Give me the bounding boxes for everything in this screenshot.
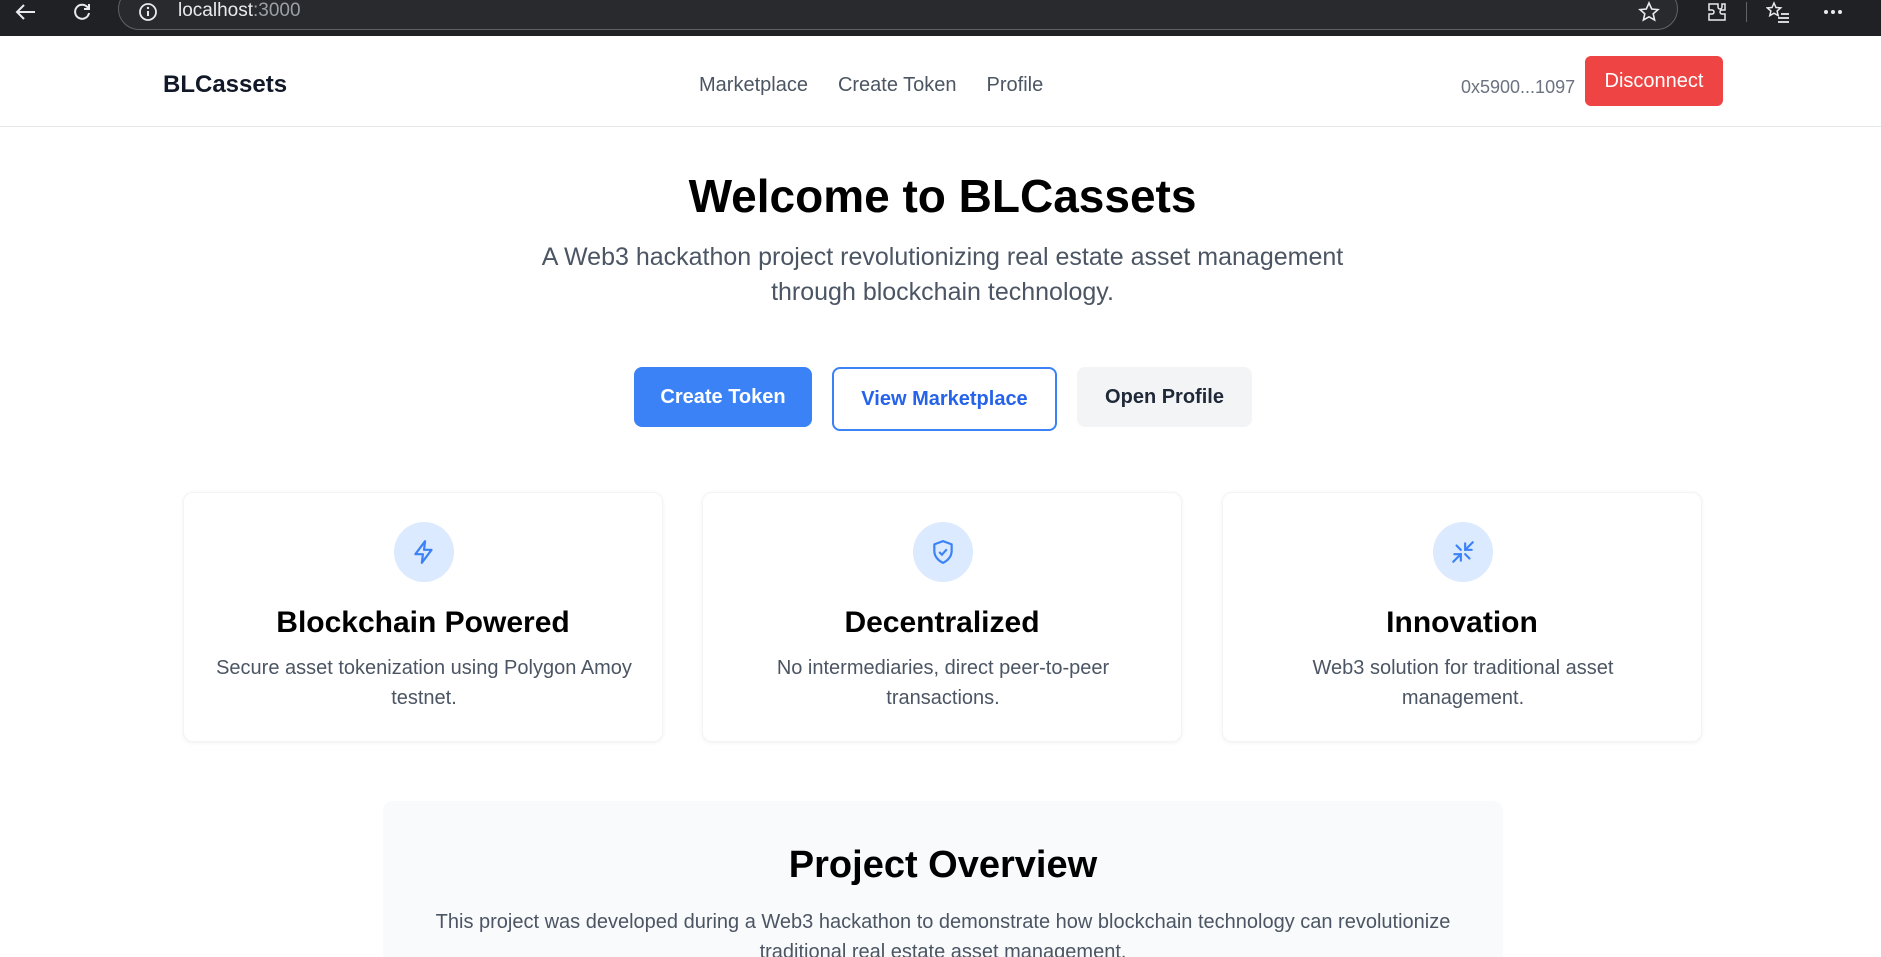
- hero-subtitle: A Web3 hackathon project revolutionizing…: [541, 243, 1344, 306]
- back-arrow-icon[interactable]: [12, 0, 40, 24]
- site-navbar: BLCassets Marketplace Create Token Profi…: [0, 36, 1881, 127]
- browser-toolbar: localhost:3000: [0, 0, 1881, 36]
- view-marketplace-button[interactable]: View Marketplace: [832, 367, 1057, 431]
- overview-text: This project was developed during a Web3…: [435, 911, 1451, 957]
- disconnect-button[interactable]: Disconnect: [1585, 56, 1723, 106]
- lightning-icon: [394, 522, 454, 582]
- reload-icon[interactable]: [68, 0, 96, 24]
- feature-description: Secure asset tokenization using Polygon …: [216, 657, 632, 709]
- favorites-list-icon[interactable]: [1764, 0, 1792, 24]
- create-token-button[interactable]: Create Token: [634, 367, 812, 427]
- toolbar-divider: [1746, 2, 1747, 22]
- address-bar[interactable]: [118, 0, 1678, 30]
- feature-description: No intermediaries, direct peer-to-peer t…: [776, 657, 1110, 709]
- shield-check-icon: [913, 522, 973, 582]
- feature-title: Blockchain Powered: [276, 606, 570, 639]
- feature-title: Innovation: [1386, 606, 1538, 639]
- nav-link-profile[interactable]: Profile: [987, 70, 1044, 100]
- extensions-icon[interactable]: [1704, 0, 1730, 24]
- feature-description: Web3 solution for traditional asset mana…: [1312, 657, 1614, 709]
- feature-card-blockchain: Blockchain Powered Secure asset tokeniza…: [183, 492, 663, 742]
- feature-card-innovation: Innovation Web3 solution for traditional…: [1222, 492, 1702, 742]
- url-text[interactable]: localhost:3000: [178, 1, 301, 21]
- feature-card-decentralized: Decentralized No intermediaries, direct …: [702, 492, 1182, 742]
- feature-title: Decentralized: [844, 606, 1040, 639]
- site-info-icon[interactable]: [137, 0, 159, 24]
- wallet-address: 0x5900...1097: [1461, 77, 1576, 97]
- favorite-star-icon[interactable]: [1636, 0, 1662, 24]
- nav-links: Marketplace Create Token Profile: [699, 70, 1043, 100]
- brand-logo[interactable]: BLCassets: [163, 70, 287, 100]
- collapse-arrows-icon: [1433, 522, 1493, 582]
- nav-link-marketplace[interactable]: Marketplace: [699, 70, 808, 100]
- project-overview-section: Project Overview This project was develo…: [383, 801, 1503, 957]
- open-profile-button[interactable]: Open Profile: [1077, 367, 1252, 427]
- overview-title: Project Overview: [788, 844, 1098, 886]
- nav-link-create-token[interactable]: Create Token: [838, 70, 957, 100]
- page-title: Welcome to BLCassets: [688, 170, 1197, 222]
- more-options-icon[interactable]: [1820, 0, 1846, 24]
